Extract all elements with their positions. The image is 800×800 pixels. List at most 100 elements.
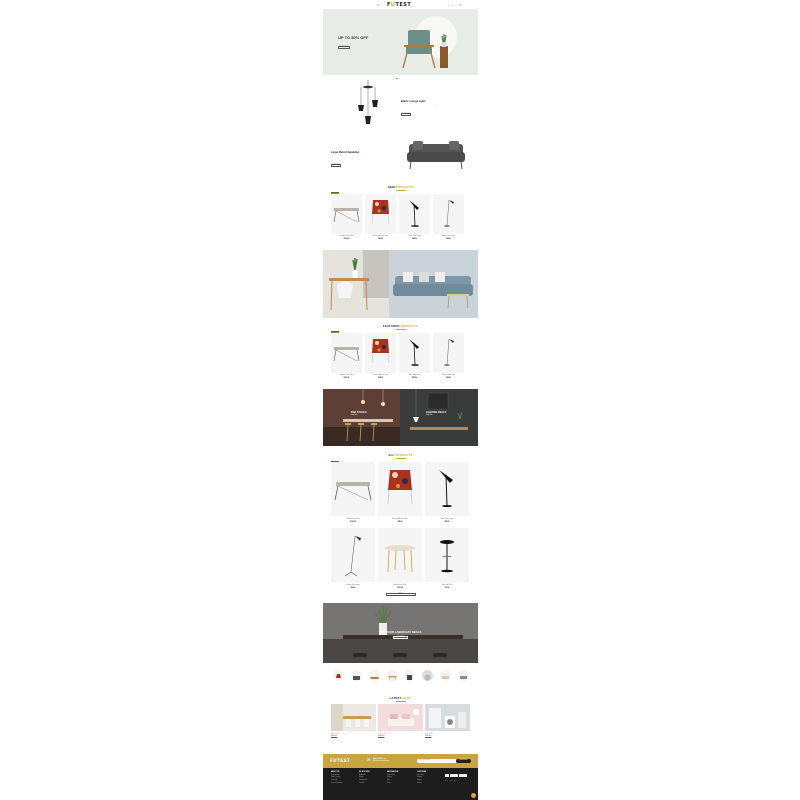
product-card[interactable]: Black Bar Stool $70.00 (425, 528, 469, 589)
product-card[interactable]: Round Dining Table $150.00 (378, 528, 422, 589)
nav-about[interactable]: ABOUT (338, 4, 344, 6)
product-image[interactable] (365, 333, 396, 373)
product-image[interactable] (399, 194, 430, 234)
promo1-button[interactable]: SHOP NOW (401, 113, 411, 116)
blog-read-more[interactable]: Read More (425, 736, 470, 737)
blog-read-more[interactable]: Read More (378, 736, 423, 737)
product-card[interactable]: Patterned Accent Chair $85.00 (365, 333, 396, 379)
product-image[interactable] (425, 528, 469, 582)
category-lighting-icon[interactable] (333, 670, 344, 681)
product-card[interactable]: Patterned Accent Chair $85.00 (378, 462, 422, 523)
product-card[interactable]: Black Table Lamp $45.00 (399, 194, 430, 240)
site-logo[interactable]: FUTEST (387, 2, 411, 8)
menu-icon[interactable]: ☰ (377, 4, 379, 7)
category-chairs-icon[interactable] (404, 670, 416, 681)
product-name[interactable]: Black Table Lamp (425, 519, 469, 520)
product-image[interactable] (425, 462, 469, 516)
lighting-link[interactable]: Shop Now (426, 415, 432, 416)
category-item[interactable]: Decoration (420, 670, 435, 684)
footer-link[interactable]: Returns (387, 783, 398, 786)
product-name[interactable]: Modern Floor Lamp (433, 375, 464, 376)
heart-icon[interactable]: ♡ (455, 4, 457, 7)
product-card[interactable]: Modern Floor Lamp $60.00 (331, 528, 375, 589)
product-name[interactable]: Round Dining Table (378, 585, 422, 586)
search-icon[interactable]: ⌕ (448, 4, 449, 7)
hero-slider-dots[interactable]: ● ○ (396, 78, 399, 80)
footer-link[interactable]: Sitemap (417, 783, 426, 786)
footer-link[interactable]: Checkout (359, 783, 370, 786)
product-image[interactable] (378, 462, 422, 516)
category-item[interactable]: Bedding (367, 670, 382, 684)
category-item[interactable]: Sofa (349, 670, 364, 684)
category-decoration-icon[interactable] (422, 670, 434, 681)
product-card[interactable]: Black Table Lamp $45.00 (399, 333, 430, 379)
bar-stools-link[interactable]: Shop Now (351, 415, 357, 416)
footer-link[interactable]: Terms & Conditions (331, 783, 342, 786)
product-name[interactable]: Black Bar Stool (425, 585, 469, 586)
product-name[interactable]: Wooden Desk Table (331, 236, 362, 237)
lighting-banner[interactable]: LIGHTING DEALS Shop Now (400, 389, 478, 446)
nav-shop[interactable]: SHOP (345, 4, 350, 6)
category-sofa-icon[interactable] (350, 670, 362, 681)
product-card[interactable]: Black Table Lamp $45.00 (425, 462, 469, 523)
product-name[interactable]: Patterned Accent Chair (378, 519, 422, 520)
product-image[interactable] (331, 462, 375, 516)
product-name[interactable]: Patterned Accent Chair (365, 375, 396, 376)
product-card[interactable]: Patterned Accent Chair $85.00 (365, 194, 396, 240)
product-card[interactable]: Wooden Desk Table $120.00 (331, 462, 375, 523)
social-icons[interactable]: f t in p (445, 780, 456, 782)
product-image[interactable] (365, 194, 396, 234)
product-name[interactable]: Black Table Lamp (399, 236, 430, 237)
nav-contact[interactable]: CONTACT (366, 4, 374, 6)
category-item[interactable]: Kitchen (438, 670, 453, 684)
nav-home[interactable]: HOME (331, 4, 336, 6)
product-name[interactable]: Patterned Accent Chair (365, 236, 396, 237)
subscribe-button[interactable]: SUBSCRIBE (456, 758, 471, 763)
product-card[interactable]: Wooden Desk Table $120.00 (331, 194, 362, 240)
product-name[interactable]: Wooden Desk Table (331, 519, 375, 520)
blog-post[interactable]: Laundry Room Makeover Guide June 08, 202… (425, 704, 470, 737)
blog-image[interactable] (331, 704, 376, 731)
promo2-button[interactable]: SHOP NOW (331, 164, 341, 167)
category-bedding-icon[interactable] (368, 670, 380, 681)
product-image[interactable] (331, 194, 362, 234)
product-image[interactable] (331, 333, 362, 373)
category-item[interactable]: Lighting (331, 670, 346, 684)
category-outdoor-icon[interactable] (457, 670, 469, 681)
product-name[interactable]: Wooden Desk Table (331, 375, 362, 376)
deal-banner-button[interactable]: SHOP NOW (393, 636, 408, 639)
blog-image[interactable] (378, 704, 423, 731)
product-image[interactable] (433, 333, 464, 373)
product-image[interactable] (378, 528, 422, 582)
product-image[interactable] (433, 194, 464, 234)
product-card[interactable]: Modern Floor Lamp $60.00 (433, 333, 464, 379)
product-image[interactable] (331, 528, 375, 582)
newsletter-email-input[interactable]: Your email address (417, 758, 457, 763)
category-kitchen-icon[interactable] (440, 670, 452, 681)
product-name[interactable]: Modern Floor Lamp (331, 585, 375, 586)
blog-post[interactable]: Ideas for a Bright Bedroom June 10, 2023… (378, 704, 423, 737)
footer-logo[interactable]: FUTEST (330, 758, 350, 763)
back-to-top-button[interactable]: ↑ (471, 793, 476, 798)
view-all-button[interactable]: VIEW ALL (386, 593, 416, 596)
bar-stools-banner[interactable]: BAR STOOLS Shop Now (323, 389, 400, 446)
category-item[interactable]: Outdoor (456, 670, 471, 684)
category-item[interactable]: Chairs (402, 670, 417, 684)
user-icon[interactable]: ☺ (451, 4, 454, 7)
blog-post[interactable]: How to Decorate Your Dining Room June 12… (331, 704, 376, 737)
category-item[interactable]: Furniture (385, 670, 400, 684)
category-furniture-icon[interactable] (386, 670, 398, 681)
room-banner[interactable] (323, 250, 478, 318)
hero-shop-button[interactable]: SHOP NOW (338, 46, 350, 49)
product-card[interactable]: Wooden Desk Table $120.00 (331, 333, 362, 379)
deal-banner[interactable]: OUTDOOR LABOR DAY DEALS SHOP NOW (323, 603, 478, 663)
nav-blog[interactable]: BLOG (359, 4, 363, 6)
product-name[interactable]: Black Table Lamp (399, 375, 430, 376)
product-card[interactable]: Modern Floor Lamp $60.00 (433, 194, 464, 240)
nav-pages[interactable]: PAGES (352, 4, 357, 6)
cart-icon[interactable]: ⊡ (459, 4, 461, 7)
product-image[interactable] (399, 333, 430, 373)
product-name[interactable]: Modern Floor Lamp (433, 236, 464, 237)
blog-read-more[interactable]: Read More (331, 736, 376, 737)
blog-image[interactable] (425, 704, 470, 731)
